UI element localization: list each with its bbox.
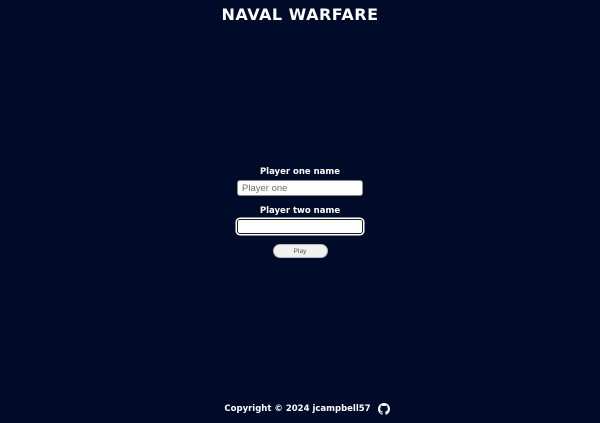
play-button[interactable]: Play	[272, 244, 328, 258]
github-link[interactable]	[377, 403, 390, 415]
page: NAVAL WARFARE Player one name Player two…	[0, 0, 600, 423]
copyright-text: Copyright © 2024 jcampbell57	[224, 404, 371, 414]
player-two-label: Player two name	[259, 206, 341, 216]
player-one-label: Player one name	[259, 167, 341, 177]
player-two-input[interactable]	[237, 219, 363, 234]
player-names-form: Player one name Player two name Play	[0, 167, 600, 258]
player-one-input[interactable]	[237, 180, 363, 196]
page-title: NAVAL WARFARE	[221, 5, 379, 24]
footer: Copyright © 2024 jcampbell57	[0, 403, 600, 415]
github-icon	[377, 403, 390, 415]
